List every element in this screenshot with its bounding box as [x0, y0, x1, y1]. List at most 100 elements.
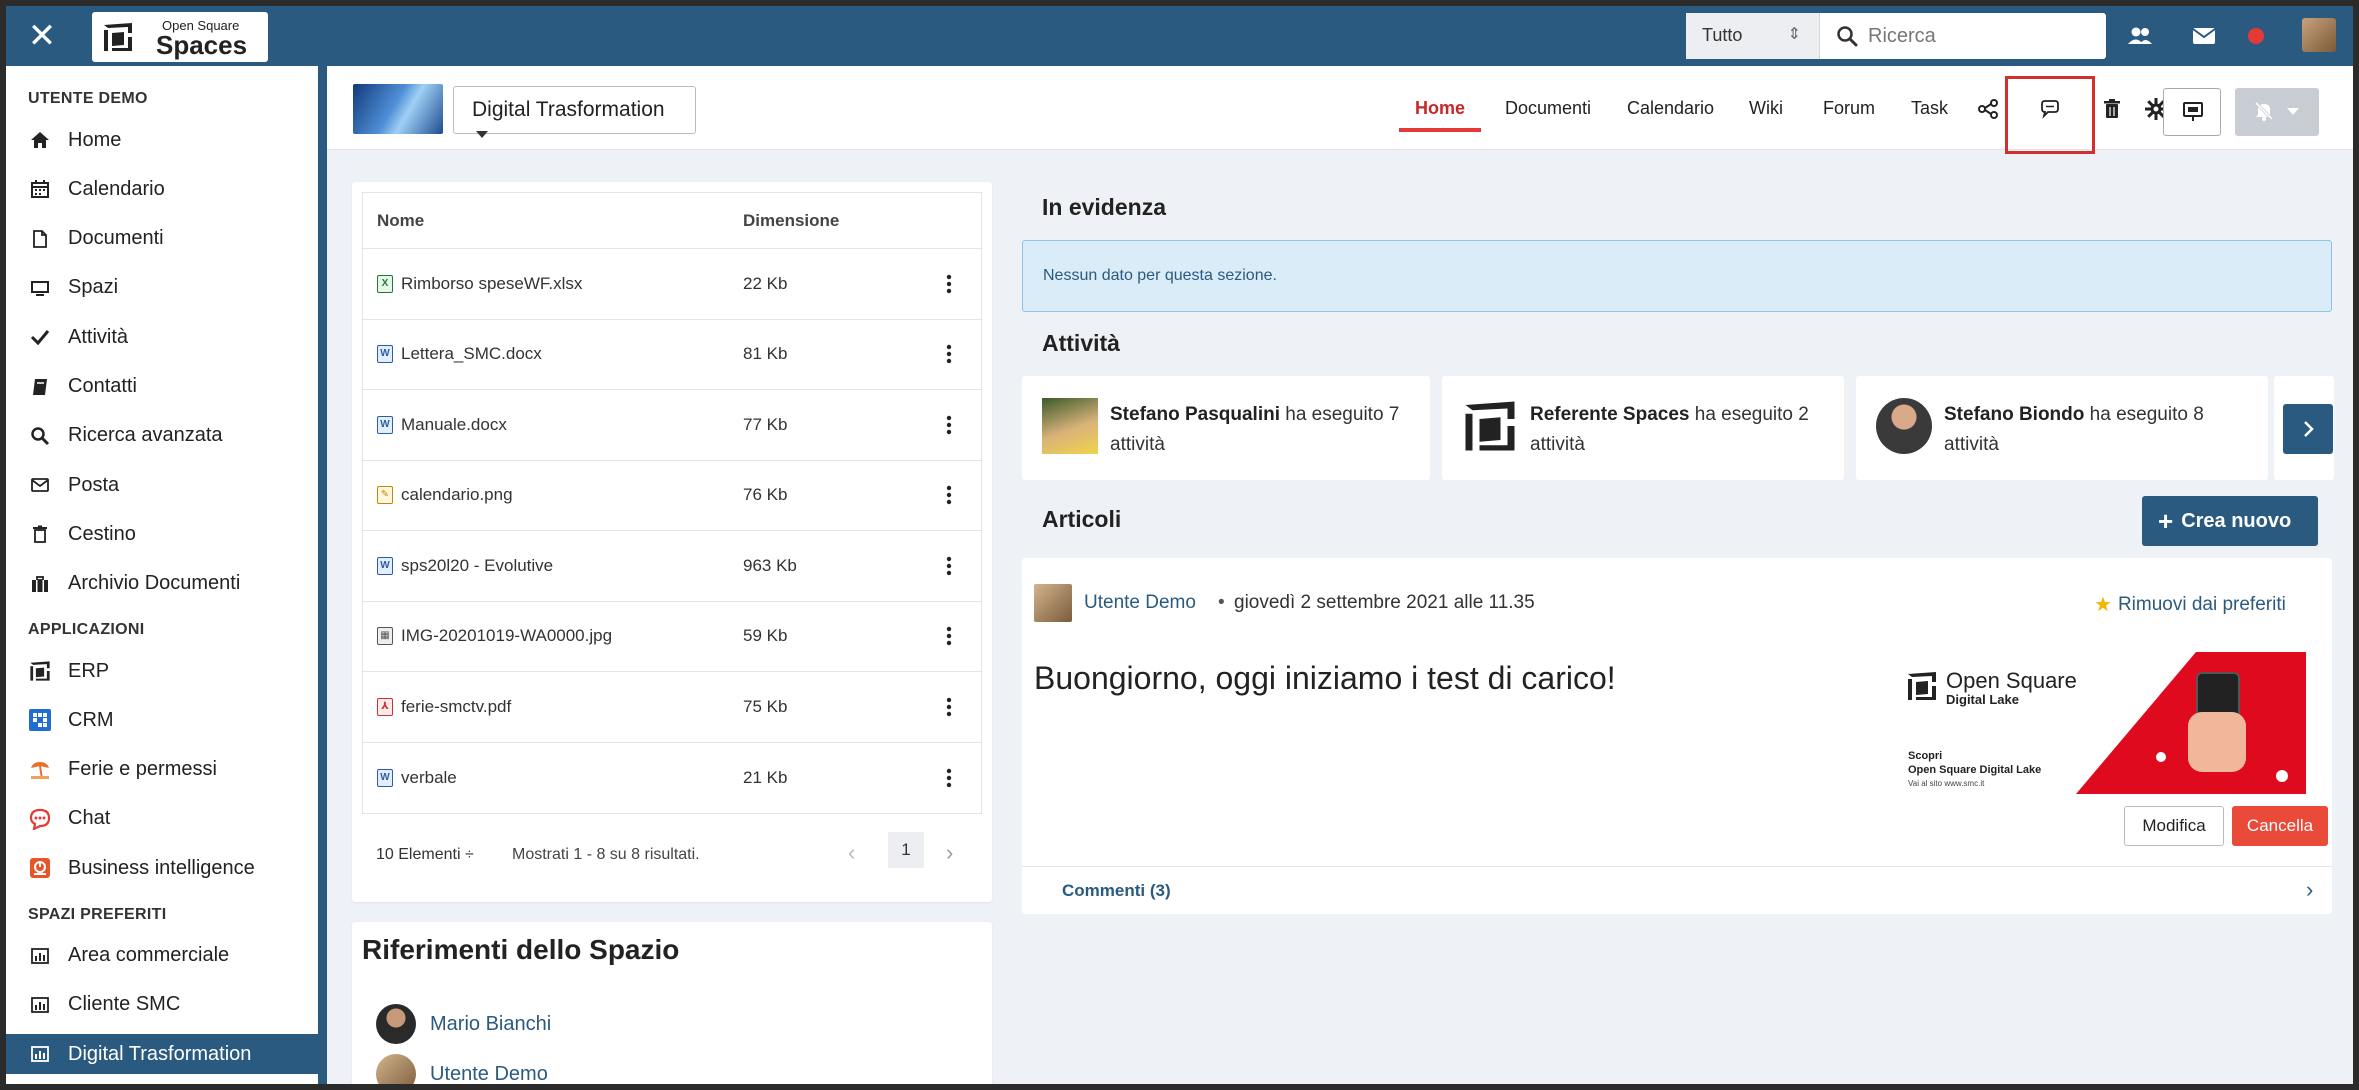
comments-link[interactable]: Commenti (3) [1062, 881, 1171, 901]
more-vertical-icon[interactable] [945, 343, 953, 365]
sidebar-item-erp[interactable]: ERP [28, 651, 308, 691]
more-vertical-icon[interactable] [945, 696, 953, 718]
more-vertical-icon[interactable] [945, 484, 953, 506]
document-name-cell[interactable]: ✎ calendario.png [377, 485, 513, 505]
search-input[interactable] [1868, 19, 2098, 53]
table-row[interactable]: W Lettera_SMC.docx 81 Kb [363, 320, 981, 390]
users-icon[interactable] [2126, 22, 2154, 50]
sidebar-item-label: Home [68, 128, 122, 151]
chevron-right-icon[interactable]: › [946, 840, 953, 866]
article-author[interactable]: Utente Demo [1084, 592, 1196, 614]
sidebar-item-cestino[interactable]: Cestino [28, 514, 308, 554]
tab-forum[interactable]: Forum [1823, 98, 1875, 119]
sidebar-item-label: Cliente SMC [68, 993, 181, 1016]
more-vertical-icon[interactable] [945, 414, 953, 436]
tab-calendario[interactable]: Calendario [1627, 98, 1714, 119]
chevron-right-icon [2304, 421, 2314, 437]
activity-card[interactable]: Stefano Pasqualini ha eseguito 7 attività [1022, 376, 1430, 480]
chevron-right-icon[interactable]: › [2306, 877, 2313, 903]
sidebar-item-ricerca-avanzata[interactable]: Ricerca avanzata [28, 416, 308, 456]
edit-article-button[interactable]: Modifica [2124, 806, 2224, 846]
search-scope-select[interactable]: Tutto ⇕ [1686, 13, 1820, 59]
sidebar-item-posta[interactable]: Posta [28, 465, 308, 505]
table-row[interactable]: X Rimborso speseWF.xlsx 22 Kb [363, 249, 981, 320]
page-number[interactable]: 1 [888, 832, 924, 868]
reference-person[interactable]: Mario Bianchi [376, 1004, 551, 1044]
sidebar-scrollbar[interactable] [318, 66, 327, 1084]
document-name-cell[interactable]: ⅄ ferie-smctv.pdf [377, 697, 511, 717]
table-row[interactable]: W Manuale.docx 77 Kb [363, 390, 981, 461]
more-vertical-icon[interactable] [945, 273, 953, 295]
create-article-button[interactable]: + Crea nuovo [2142, 496, 2318, 546]
tab-wiki[interactable]: Wiki [1749, 98, 1783, 119]
sidebar-item-archivio-documenti[interactable]: Archivio Documenti [28, 564, 308, 604]
sidebar-item-documenti[interactable]: Documenti [28, 219, 308, 259]
status-indicator[interactable] [2248, 28, 2264, 44]
reference-person[interactable]: Utente Demo [376, 1054, 548, 1084]
remove-favorite-link[interactable]: ★ Rimuovi dai preferiti [2094, 592, 2286, 617]
document-name-cell[interactable]: Wverbale [377, 768, 457, 788]
sidebar-item-contatti[interactable]: Contatti [28, 367, 308, 407]
sidebar-item-cliente-smc[interactable]: Cliente SMC [28, 985, 308, 1025]
more-vertical-icon[interactable] [945, 767, 953, 789]
promo-brand: Open Square [1946, 668, 2077, 693]
avatar [376, 1004, 416, 1044]
table-row[interactable]: Wsps20l20 - Evolutive 963 Kb [363, 531, 981, 602]
document-name-cell[interactable]: W Manuale.docx [377, 415, 507, 435]
activity-summary-line2: attività [1944, 434, 1999, 455]
sidebar-item-attivit[interactable]: Attività [28, 317, 308, 357]
page-size-select[interactable]: 10 Elementi ÷ [376, 846, 474, 864]
notifications-toggle-button[interactable] [2235, 88, 2319, 136]
activity-user: Referente Spaces [1530, 404, 1690, 425]
column-header-name[interactable]: Nome [377, 211, 424, 231]
space-selector[interactable]: Digital Trasformation [453, 86, 696, 138]
document-name-cell[interactable]: X Rimborso speseWF.xlsx [377, 274, 582, 294]
sidebar-item-ferie-e-permessi[interactable]: Ferie e permessi [28, 750, 308, 790]
trash-icon[interactable] [2101, 98, 2123, 120]
table-row[interactable]: Wverbale 21 Kb [363, 743, 981, 814]
chevron-left-icon[interactable]: ‹ [848, 840, 855, 866]
column-header-size[interactable]: Dimensione [743, 211, 839, 231]
presentation-icon [2183, 102, 2203, 121]
sidebar-item-calendario[interactable]: Calendario [28, 169, 308, 209]
document-name-cell[interactable]: Wsps20l20 - Evolutive [377, 556, 553, 576]
sidebar-item-label: Attività [68, 325, 129, 348]
calendar-icon [28, 177, 52, 201]
mail-icon[interactable] [2190, 22, 2218, 50]
table-row[interactable]: ⅄ ferie-smctv.pdf 75 Kb [363, 672, 981, 743]
close-icon[interactable]: ✕ [24, 18, 60, 54]
sidebar-item-crm[interactable]: CRM [28, 700, 308, 740]
sidebar-item-label: CRM [68, 708, 114, 731]
next-activities-button[interactable] [2283, 404, 2333, 454]
table-row[interactable]: ✎ calendario.png 76 Kb [363, 461, 981, 531]
caret-down-icon [2287, 108, 2299, 115]
tab-task[interactable]: Task [1911, 98, 1948, 119]
more-vertical-icon[interactable] [945, 555, 953, 577]
open-square-logo-icon [1908, 672, 1936, 700]
highlights-empty-message: Nessun dato per questa sezione. [1022, 240, 2332, 312]
sidebar-item-label: Ricerca avanzata [68, 424, 223, 447]
share-icon[interactable] [1977, 98, 1999, 120]
presentation-button[interactable] [2163, 88, 2221, 136]
sidebar-item-digital-trasformation[interactable]: Digital Trasformation [6, 1034, 318, 1075]
activity-card[interactable]: Stefano Biondo ha eseguito 8 attività [1856, 376, 2268, 480]
tab-home[interactable]: Home [1415, 98, 1465, 119]
sidebar-item-business-intelligence[interactable]: Business intelligence [28, 848, 308, 888]
activity-card[interactable]: Referente Spaces ha eseguito 2 attività [1442, 376, 1844, 480]
sidebar-item-chat[interactable]: Chat [28, 799, 308, 839]
document-name-cell[interactable]: ▦ IMG-20201019-WA0000.jpg [377, 626, 612, 646]
tab-documenti[interactable]: Documenti [1505, 98, 1591, 119]
delete-article-button[interactable]: Cancella [2232, 806, 2328, 846]
user-avatar[interactable] [2302, 18, 2336, 52]
article-footer: Commenti (3) › [1022, 866, 2332, 914]
document-name-cell[interactable]: W Lettera_SMC.docx [377, 344, 542, 364]
avatar [1042, 398, 1098, 454]
sidebar-item-spazi[interactable]: Spazi [28, 268, 308, 308]
app-logo[interactable]: Open Square Spaces [92, 12, 268, 62]
more-vertical-icon[interactable] [945, 625, 953, 647]
article-headline[interactable]: Buongiorno, oggi iniziamo i test di cari… [1034, 660, 1616, 697]
table-row[interactable]: ▦ IMG-20201019-WA0000.jpg 59 Kb [363, 602, 981, 672]
sidebar-item-home[interactable]: Home [28, 120, 308, 160]
hand-illustration [2188, 712, 2246, 772]
sidebar-item-area-commerciale[interactable]: Area commerciale [28, 936, 308, 976]
